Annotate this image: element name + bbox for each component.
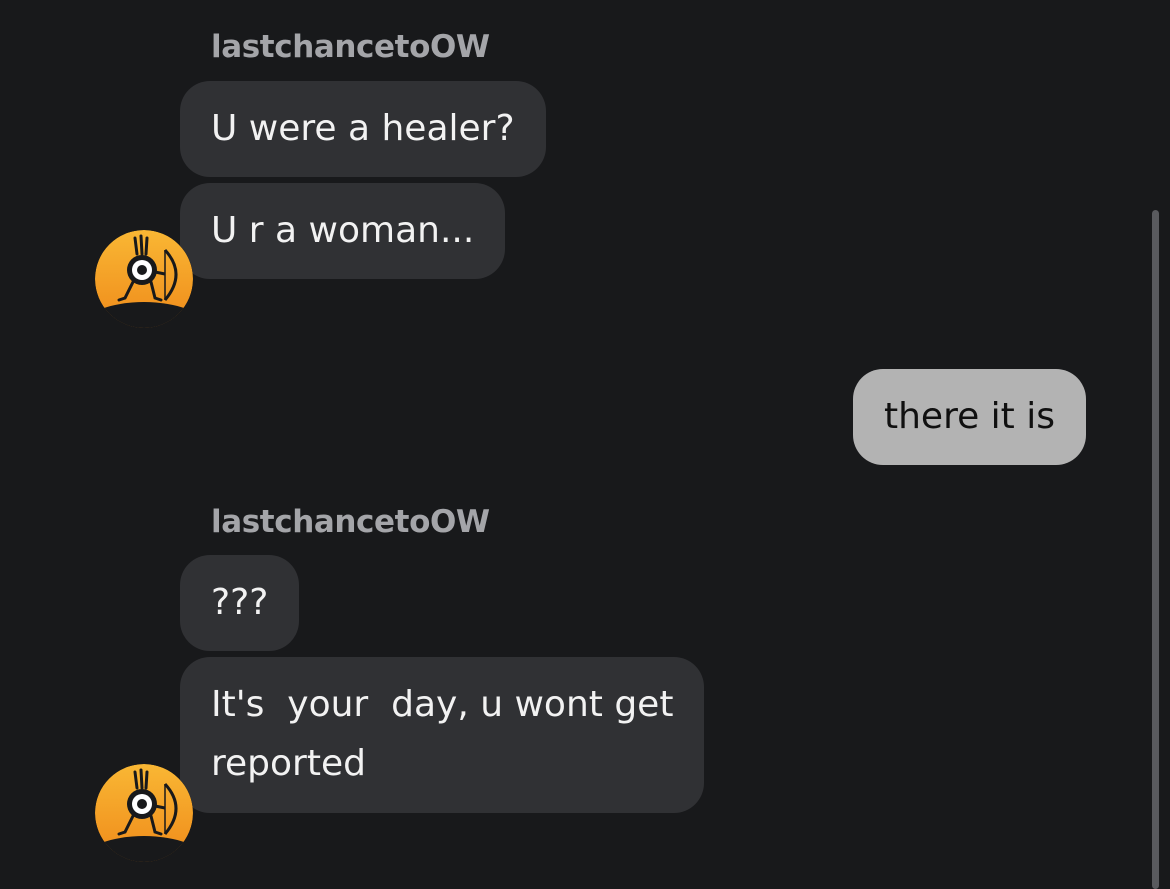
message-bubble[interactable]: ??? bbox=[180, 555, 300, 651]
sender-name: lastchancetoOW bbox=[211, 504, 490, 540]
message-bubble[interactable]: U r a woman... bbox=[180, 183, 506, 279]
archer-cyclops-avatar-icon[interactable] bbox=[95, 230, 193, 328]
message-bubble[interactable]: U were a healer? bbox=[180, 81, 546, 177]
message-bubble-outgoing[interactable]: there it is bbox=[853, 369, 1086, 465]
message-bubble[interactable]: It's your day, u wont get reported bbox=[180, 657, 705, 813]
sender-name: lastchancetoOW bbox=[211, 29, 490, 65]
archer-cyclops-avatar-icon[interactable] bbox=[95, 764, 193, 862]
scrollbar[interactable] bbox=[1152, 210, 1159, 889]
